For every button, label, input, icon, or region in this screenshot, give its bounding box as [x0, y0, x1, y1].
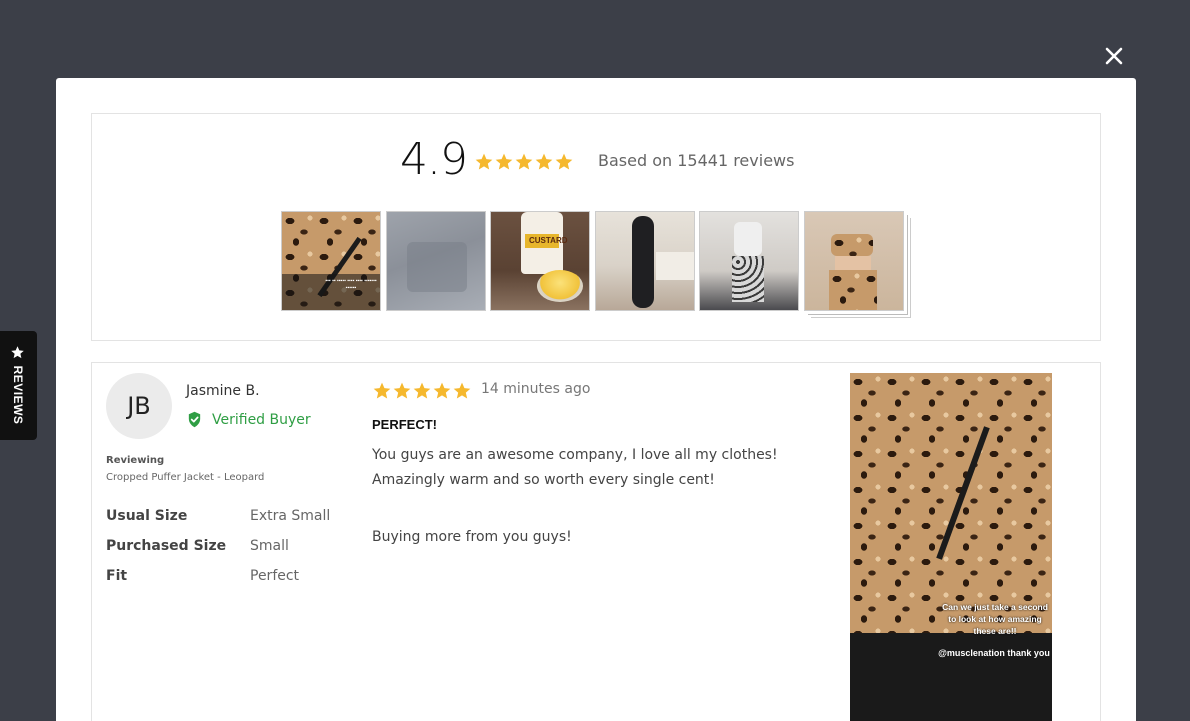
reviews-floating-tab[interactable]: REVIEWS: [0, 331, 37, 440]
review-photos-strip: ▪▪▪ ▪▪ ▪▪▪▪▪ ▪▪▪▪ ▪▪▪▪ ▪▪▪▪▪▪▪ ▪▪▪▪▪▪ CU…: [281, 211, 908, 311]
star-icon: [453, 382, 471, 399]
star-icon: [413, 382, 431, 399]
review-body-secondary: Buying more from you guys!: [372, 529, 572, 545]
review-timestamp: 14 minutes ago: [481, 381, 591, 397]
star-icon: [535, 153, 553, 170]
attribute-value: Small: [250, 538, 289, 554]
attribute-key: Purchased Size: [106, 538, 227, 554]
reviews-summary: 4.9 Based on 15441 reviews ▪▪▪ ▪▪ ▪▪▪▪▪ …: [91, 113, 1101, 341]
reviewed-product-link[interactable]: Cropped Puffer Jacket - Leopard: [106, 472, 264, 483]
star-icon: [373, 382, 391, 399]
review-photo-custard[interactable]: CUSTARD: [490, 211, 590, 311]
attribute-value: Perfect: [250, 568, 300, 584]
review-photo-grey-sweater[interactable]: [385, 211, 486, 311]
review-photo-mirror-selfie[interactable]: [699, 211, 799, 311]
reviewer-name: Jasmine B.: [186, 383, 260, 399]
attribute-value: Extra Small: [250, 508, 331, 524]
star-icon: [555, 153, 573, 170]
avatar: JB: [106, 373, 172, 439]
reviewing-label: Reviewing: [106, 455, 165, 466]
jacket-zipper-shape: [936, 426, 990, 560]
close-button[interactable]: [1102, 44, 1126, 68]
reviews-tab-label: REVIEWS: [11, 365, 25, 425]
review-count: Based on 15441 reviews: [598, 151, 795, 170]
verified-check-icon: [188, 411, 201, 428]
close-icon: [1105, 47, 1123, 65]
attribute-row-usual-size: Usual Size Extra Small: [106, 501, 330, 531]
review-star-rating: [372, 381, 472, 401]
reviews-modal: 4.9 Based on 15441 reviews ▪▪▪ ▪▪ ▪▪▪▪▪ …: [56, 78, 1136, 721]
attribute-row-fit: Fit Perfect: [106, 561, 330, 591]
summary-star-rating: [474, 152, 574, 172]
star-icon: [433, 382, 451, 399]
review-attributes: Usual Size Extra Small Purchased Size Sm…: [106, 501, 330, 591]
review-card: JB Jasmine B. Verified Buyer Reviewing C…: [91, 362, 1101, 721]
average-rating: 4.9: [400, 134, 468, 185]
attribute-row-purchased-size: Purchased Size Small: [106, 531, 330, 561]
review-body: You guys are an awesome company, I love …: [372, 447, 778, 488]
attribute-key: Usual Size: [106, 508, 188, 524]
review-photo-leopard-jacket[interactable]: ▪▪▪ ▪▪ ▪▪▪▪▪ ▪▪▪▪ ▪▪▪▪ ▪▪▪▪▪▪▪ ▪▪▪▪▪▪: [281, 211, 381, 311]
star-icon: [475, 153, 493, 170]
verified-badge: Verified Buyer: [186, 411, 311, 428]
star-icon: [393, 382, 411, 399]
verified-label: Verified Buyer: [212, 411, 311, 428]
review-photo-leopard-set[interactable]: [803, 211, 904, 311]
attribute-key: Fit: [106, 568, 128, 584]
star-icon: [11, 346, 24, 359]
photo-caption-credit: @musclenation thank you: [938, 648, 1050, 658]
review-attached-photo[interactable]: Can we just take a second to look at how…: [850, 373, 1052, 721]
star-icon: [495, 153, 513, 170]
review-title: PERFECT!: [372, 417, 437, 432]
star-icon: [515, 153, 533, 170]
photo-caption: Can we just take a second to look at how…: [942, 602, 1048, 636]
review-photo-black-leggings[interactable]: [594, 211, 695, 311]
